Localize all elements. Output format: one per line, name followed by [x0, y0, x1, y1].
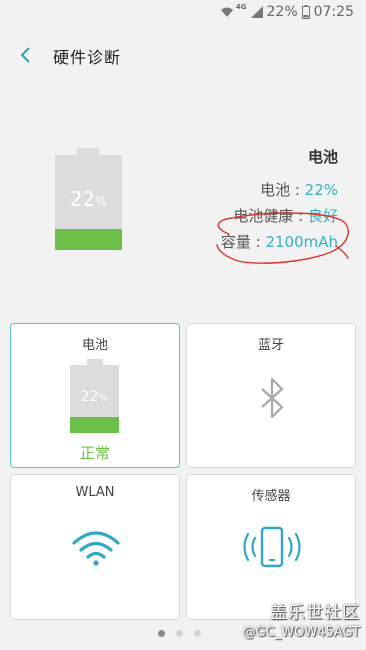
page-dot-2[interactable]	[176, 630, 183, 637]
clock: 07:25	[313, 4, 354, 20]
battery-percent-large: 22%	[69, 187, 108, 211]
battery-card-label: 电池	[81, 338, 108, 353]
watermark: 盖乐世社区 @GC_WOW45AGT	[243, 598, 360, 640]
wlan-card[interactable]: WLAN	[10, 474, 180, 620]
watermark-user: @GC_WOW45AGT	[242, 625, 360, 640]
chevron-left-icon	[20, 47, 30, 63]
page-dot-1[interactable]	[158, 630, 165, 637]
battery-percent-small: 22%	[80, 389, 109, 405]
back-button[interactable]	[10, 40, 40, 70]
wlan-card-label: WLAN	[75, 485, 115, 500]
battery-level-fill	[55, 229, 122, 250]
battery-level-row: 电池 : 22%	[260, 181, 338, 199]
page-indicator	[158, 630, 201, 637]
wifi-status-icon	[220, 7, 233, 17]
page-title: 硬件诊断	[53, 48, 122, 67]
battery-info: 电池 电池 : 22% 电池健康 : 良好 容量 : 2100mAh	[221, 146, 338, 255]
battery-card[interactable]: 电池 22% 正常	[10, 323, 180, 468]
status-icons: 4G 22% 07:25	[220, 3, 354, 20]
sensor-card-label: 传感器	[251, 489, 291, 504]
bluetooth-card[interactable]: 蓝牙	[186, 323, 356, 468]
battery-capacity-row: 容量 : 2100mAh	[220, 233, 338, 251]
network-type-label: 4G	[235, 3, 247, 11]
wifi-icon	[72, 531, 120, 566]
status-bar: 4G 22% 07:25	[0, 0, 366, 26]
watermark-community: 盖乐世社区	[270, 603, 360, 623]
phone-vibrate-icon	[243, 526, 301, 568]
battery-status-icon	[301, 5, 310, 19]
battery-status-text: 22%	[266, 4, 298, 20]
bluetooth-card-label: 蓝牙	[257, 338, 284, 353]
signal-icon	[250, 6, 263, 18]
bluetooth-icon	[261, 377, 284, 419]
page-dot-3[interactable]	[194, 630, 201, 637]
app-header: 硬件诊断	[0, 26, 366, 86]
battery-status: 正常	[79, 444, 110, 462]
battery-health-row: 电池健康 : 良好	[233, 207, 338, 225]
battery-summary: 22% 电池 电池 : 22% 电池健康 : 良好 容量 : 2100mAh	[0, 86, 366, 308]
battery-info-title: 电池	[307, 148, 338, 166]
